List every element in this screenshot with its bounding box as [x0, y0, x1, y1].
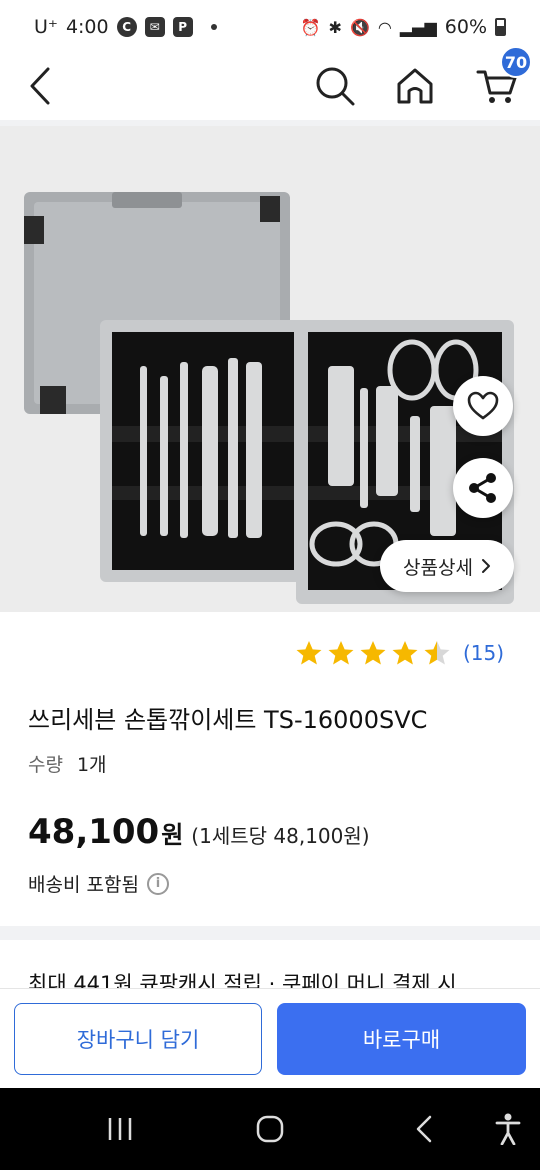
unit-price: (1세트당 48,100원): [191, 824, 370, 848]
top-nav-bar: 70: [0, 46, 540, 118]
product-detail-button[interactable]: 상품상세: [380, 540, 514, 592]
open-case-left-illustration: [100, 320, 306, 582]
product-title: 쓰리세븐 손톱깎이세트 TS-16000SVC: [28, 706, 428, 734]
home-button[interactable]: [390, 54, 440, 118]
signal-icon: ▂▄▆: [399, 17, 437, 37]
battery-icon: [495, 18, 506, 36]
system-nav-bar: [0, 1088, 540, 1170]
chevron-right-icon: [481, 559, 490, 573]
notification-app-icon: P: [172, 17, 193, 37]
info-icon[interactable]: i: [146, 872, 169, 895]
wifi-icon: ◠: [377, 17, 392, 37]
bottom-action-bar: 장바구니 담기 바로구매: [0, 988, 540, 1088]
cart-count-badge: 70: [500, 46, 532, 78]
accessibility-icon: [495, 1113, 521, 1145]
notification-c-icon: C: [116, 17, 137, 37]
add-to-cart-button[interactable]: 장바구니 담기: [14, 1003, 262, 1075]
accessibility-button[interactable]: [478, 1088, 538, 1170]
recent-apps-icon: [108, 1118, 132, 1140]
quantity-value: 1개: [76, 754, 107, 776]
quantity-row: 수량 1개: [28, 750, 107, 777]
section-divider: [0, 926, 540, 940]
system-home-icon: [256, 1115, 284, 1143]
star-icon: [392, 641, 418, 665]
price-row: 48,100 원 (1세트당 48,100원): [28, 812, 370, 852]
share-button[interactable]: [453, 458, 513, 518]
wishlist-button[interactable]: [453, 376, 513, 436]
star-icon: [328, 641, 354, 665]
bluetooth-icon: ✱: [328, 17, 342, 37]
heart-icon: [467, 391, 499, 420]
buy-now-button[interactable]: 바로구매: [277, 1003, 526, 1075]
rating-stars: [295, 640, 451, 666]
system-back-button[interactable]: [394, 1088, 454, 1170]
system-back-icon: [416, 1115, 432, 1143]
home-icon: [397, 68, 433, 104]
star-icon: [360, 641, 386, 665]
status-right: ⏰ ✱ 🔇 ◠ ▂▄▆ 60%: [301, 16, 506, 38]
status-left: U⁺ 4:00 C ✉ P: [34, 16, 217, 38]
battery-percent: 60%: [444, 16, 487, 38]
star-icon: [424, 641, 450, 665]
product-detail-label: 상품상세: [403, 556, 473, 579]
notification-message-icon: ✉: [144, 17, 165, 37]
status-bar: U⁺ 4:00 C ✉ P ⏰ ✱ 🔇 ◠ ▂▄▆ 60%: [0, 0, 540, 54]
system-home-button[interactable]: [240, 1088, 300, 1170]
price-value: 48,100: [28, 812, 160, 852]
star-icon: [296, 641, 322, 665]
share-icon: [469, 473, 496, 503]
rating-row[interactable]: (15): [295, 640, 504, 666]
shipping-row: 배송비 포함됨 i: [28, 870, 169, 897]
chevron-left-icon: [30, 67, 50, 105]
carrier-label: U⁺: [34, 16, 58, 38]
benefit-banner[interactable]: 최대 441원 큐팡캐시 적립 · 쿠페이 머니 결제 시: [28, 968, 518, 990]
quantity-label: 수량: [28, 754, 63, 776]
more-notifications-icon: [210, 24, 217, 30]
product-image[interactable]: 상품상세: [0, 126, 540, 612]
shipping-label: 배송비 포함됨: [28, 874, 139, 896]
mute-icon: 🔇: [349, 17, 370, 37]
price-unit: 원: [161, 821, 184, 849]
alarm-icon: ⏰: [300, 17, 321, 37]
rating-count[interactable]: (15): [463, 641, 504, 665]
clock: 4:00: [65, 16, 109, 38]
search-icon: [316, 67, 355, 106]
recent-apps-button[interactable]: [90, 1088, 150, 1170]
search-button[interactable]: [310, 54, 360, 118]
back-button[interactable]: [18, 54, 62, 118]
cart-button[interactable]: 70: [470, 46, 532, 118]
